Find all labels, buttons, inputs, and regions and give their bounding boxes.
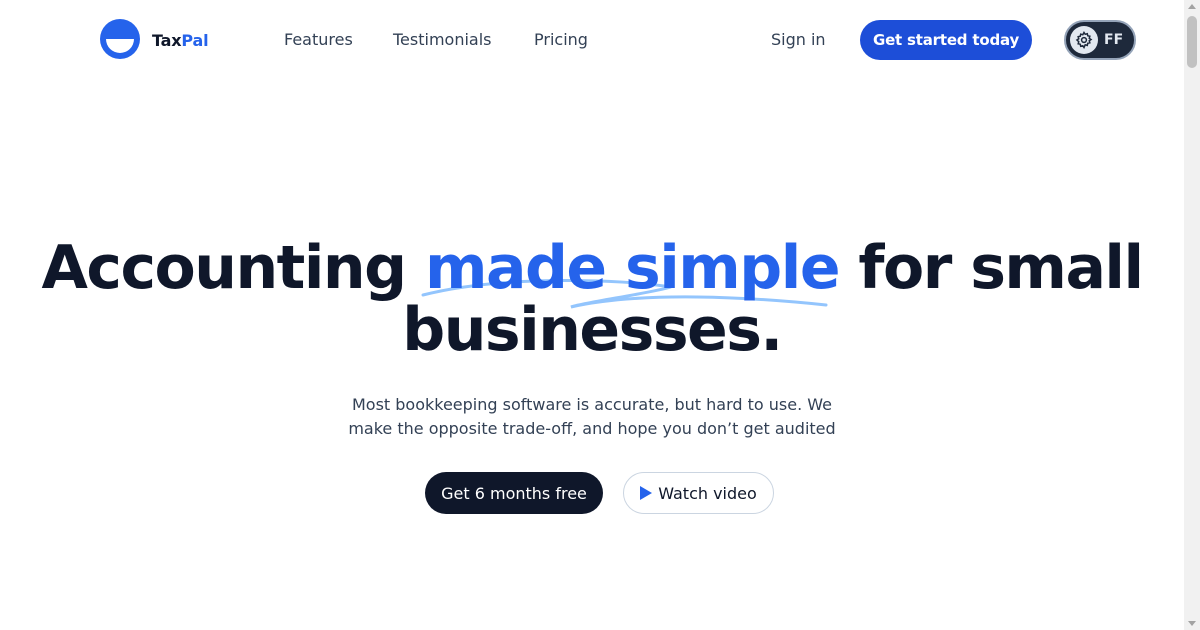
play-icon <box>640 486 653 500</box>
nav-features-link[interactable]: Features <box>284 30 353 49</box>
hero-title: Accounting made simple for small busines… <box>0 237 1184 361</box>
scrollbar-thumb[interactable] <box>1187 16 1197 68</box>
hero-title-before: Accounting <box>41 233 407 303</box>
hero-title-highlight-text: made simple <box>424 233 841 303</box>
get-started-button[interactable]: Get started today <box>860 20 1032 60</box>
sign-in-link[interactable]: Sign in <box>771 30 826 49</box>
profile-initials: FF <box>1104 32 1124 48</box>
page-scrollbar[interactable] <box>1184 0 1200 630</box>
brand-name-part2: Pal <box>181 31 209 50</box>
get-6-months-free-button[interactable]: Get 6 months free <box>425 472 603 514</box>
nav-pricing-link[interactable]: Pricing <box>534 30 588 49</box>
watch-video-button[interactable]: Watch video <box>623 472 774 514</box>
nav-testimonials-link[interactable]: Testimonials <box>393 30 492 49</box>
scroll-up-arrow-icon[interactable] <box>1188 4 1196 9</box>
brand-name[interactable]: TaxPal <box>152 31 209 50</box>
watch-video-label: Watch video <box>658 483 757 503</box>
brand-name-part1: Tax <box>152 31 182 50</box>
hero-title-highlight: made simple <box>421 233 858 309</box>
extension-widget[interactable]: FF <box>1064 20 1136 60</box>
scroll-down-arrow-icon[interactable] <box>1188 621 1196 626</box>
site-header: TaxPal Features Testimonials Pricing Sig… <box>0 0 1184 80</box>
gear-icon[interactable] <box>1070 26 1098 54</box>
hero-subtitle: Most bookkeeping software is accurate, b… <box>348 395 836 438</box>
taxpal-logo-icon[interactable] <box>100 19 140 59</box>
